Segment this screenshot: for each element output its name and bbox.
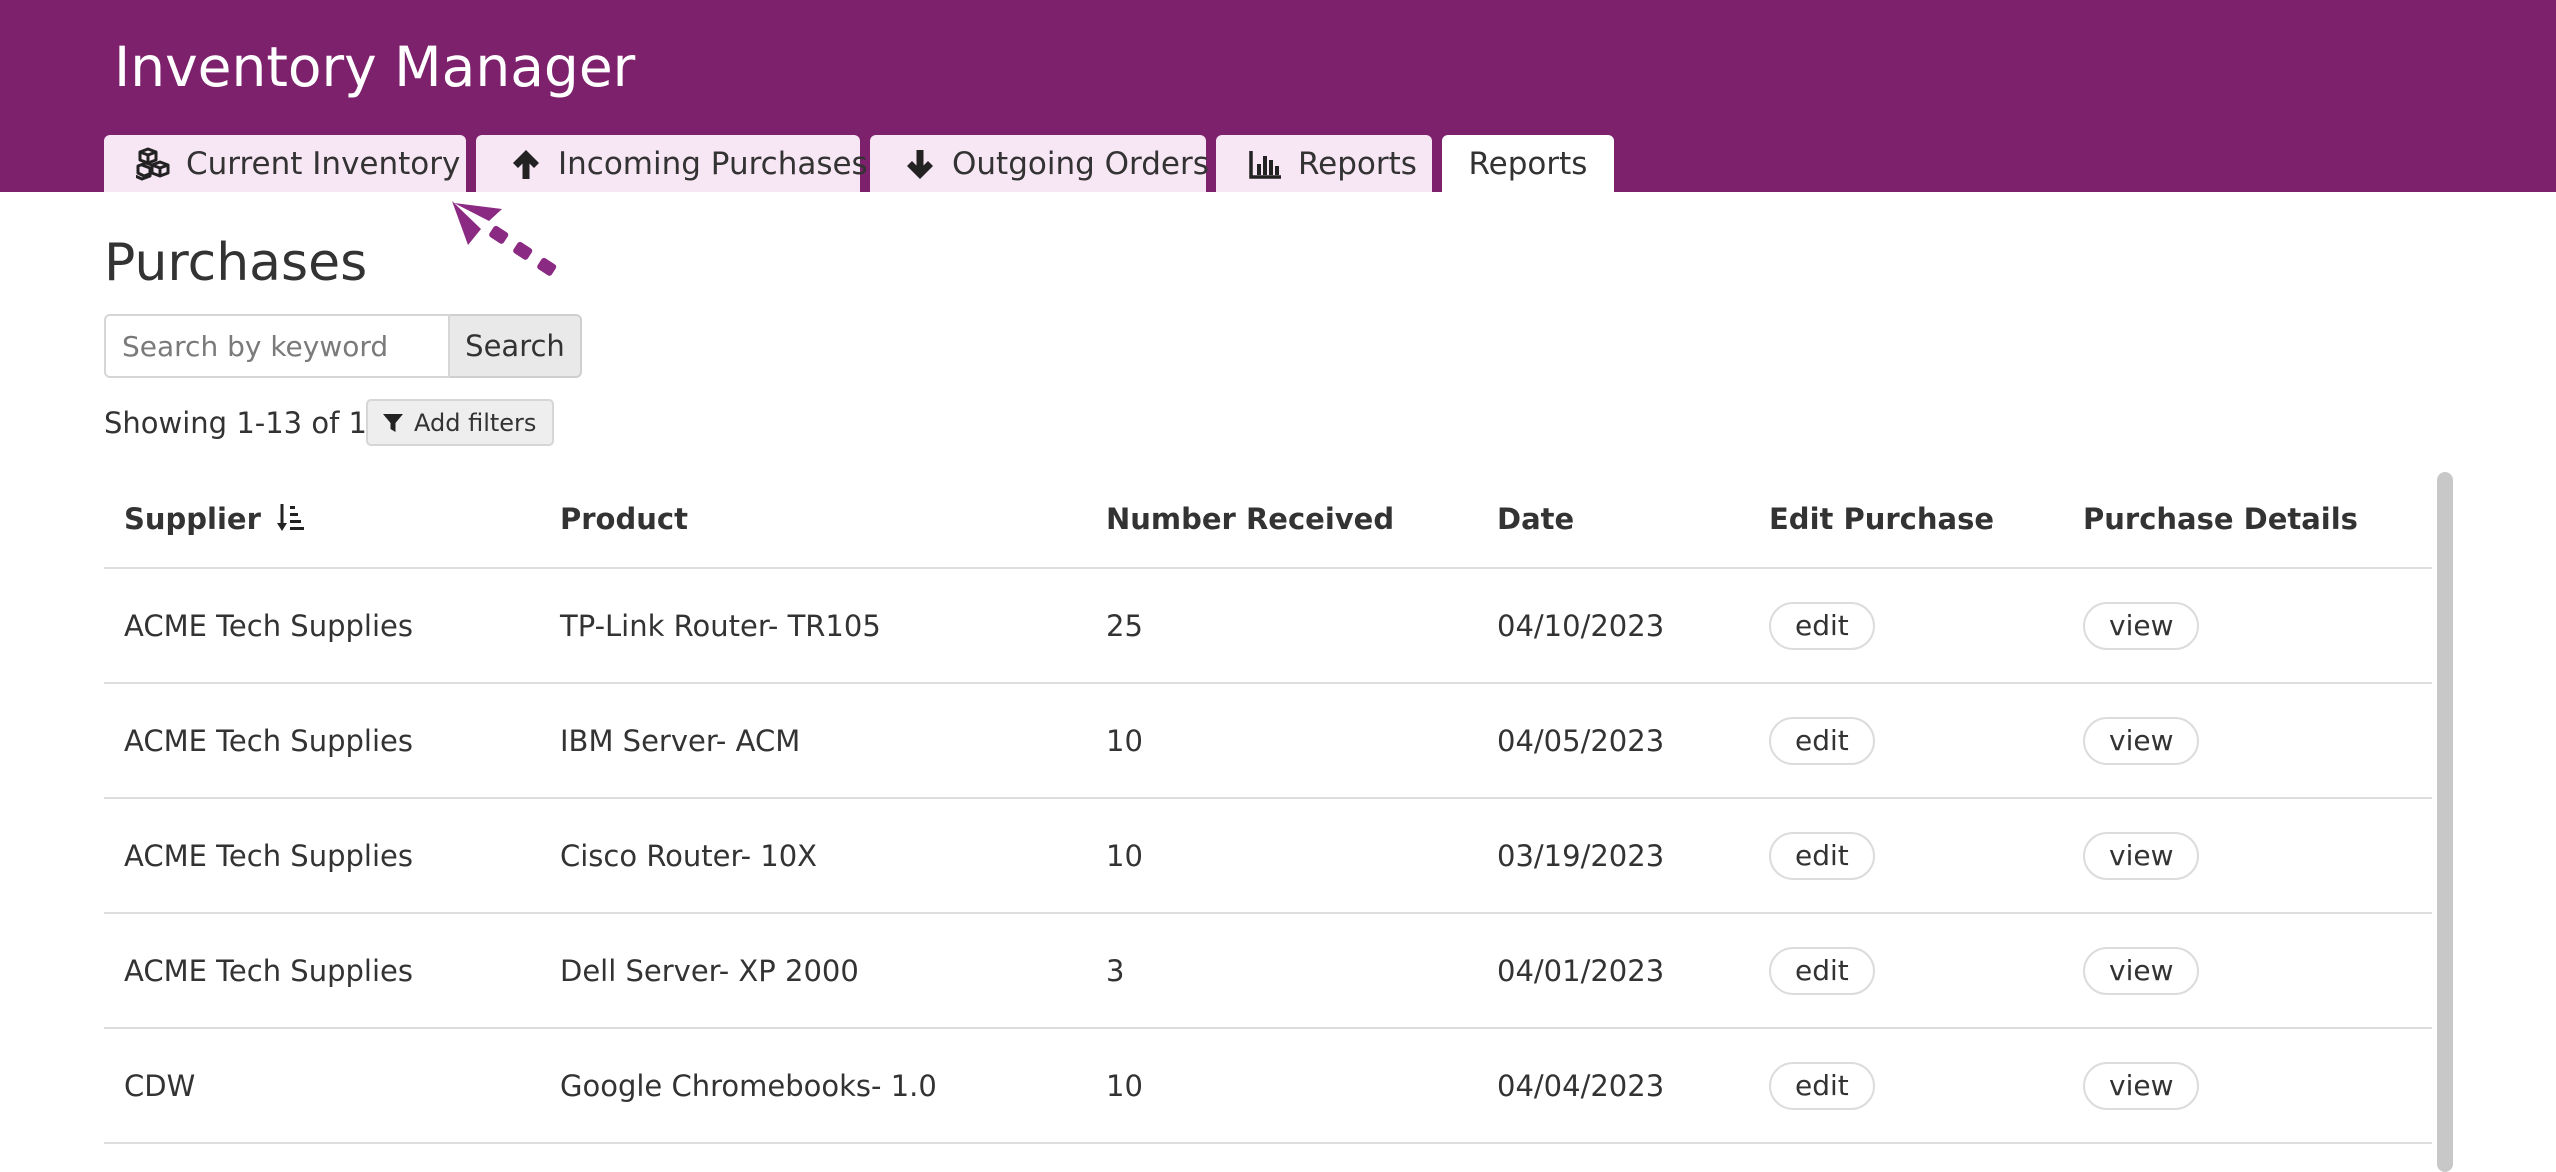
cell-edit: edit bbox=[1749, 568, 2063, 684]
cell-product: IBM Server- ACM bbox=[540, 683, 1086, 799]
cell-number-received: 10 bbox=[1086, 683, 1477, 799]
edit-button[interactable]: edit bbox=[1769, 831, 1875, 880]
cell-supplier: ACME Tech Supplies bbox=[104, 913, 540, 1029]
view-button[interactable]: view bbox=[2083, 831, 2200, 880]
cell-number-received: 3 bbox=[1086, 913, 1477, 1029]
add-filters-label: Add filters bbox=[414, 408, 537, 437]
column-header-purchase-details: Purchase Details bbox=[2063, 470, 2432, 569]
cell-supplier: CDW bbox=[104, 1028, 540, 1144]
table-scrollbar[interactable] bbox=[2437, 472, 2453, 1172]
search-bar: Search bbox=[104, 314, 582, 378]
edit-button[interactable]: edit bbox=[1769, 716, 1875, 765]
tab-label: Current Inventory bbox=[186, 145, 461, 182]
tab-label: Reports bbox=[1468, 145, 1588, 182]
view-button[interactable]: view bbox=[2083, 946, 2200, 995]
table-row: ACME Tech Supplies IBM Server- ACM 10 04… bbox=[104, 683, 2432, 799]
cell-details: view bbox=[2063, 683, 2432, 799]
purchases-table: Supplier Product Number Received Date Ed… bbox=[104, 470, 2432, 1144]
edit-button[interactable]: edit bbox=[1769, 1061, 1875, 1110]
table-row: ACME Tech Supplies Cisco Router- 10X 10 … bbox=[104, 798, 2432, 914]
cell-edit: edit bbox=[1749, 913, 2063, 1029]
cell-details: view bbox=[2063, 1028, 2432, 1144]
cell-number-received: 10 bbox=[1086, 798, 1477, 914]
cell-number-received: 25 bbox=[1086, 568, 1477, 684]
cell-edit: edit bbox=[1749, 1028, 2063, 1144]
column-header-label: Supplier bbox=[124, 501, 261, 536]
column-header-supplier[interactable]: Supplier bbox=[104, 470, 540, 569]
tab-label: Outgoing Orders bbox=[952, 145, 1209, 182]
cell-product: Google Chromebooks- 1.0 bbox=[540, 1028, 1086, 1144]
cell-date: 04/04/2023 bbox=[1477, 1028, 1749, 1144]
cell-number-received: 10 bbox=[1086, 1028, 1477, 1144]
tab-label: Reports bbox=[1298, 145, 1417, 182]
view-button[interactable]: view bbox=[2083, 601, 2200, 650]
tab-reports[interactable]: Reports bbox=[1216, 135, 1432, 192]
table-row: CDW Google Chromebooks- 1.0 10 04/04/202… bbox=[104, 1028, 2432, 1144]
cell-supplier: ACME Tech Supplies bbox=[104, 798, 540, 914]
cell-product: Cisco Router- 10X bbox=[540, 798, 1086, 914]
table-row: ACME Tech Supplies TP-Link Router- TR105… bbox=[104, 568, 2432, 684]
edit-button[interactable]: edit bbox=[1769, 601, 1875, 650]
cell-product: TP-Link Router- TR105 bbox=[540, 568, 1086, 684]
cell-supplier: ACME Tech Supplies bbox=[104, 568, 540, 684]
boxes-icon bbox=[136, 146, 172, 182]
cell-date: 04/05/2023 bbox=[1477, 683, 1749, 799]
arrow-down-icon bbox=[902, 146, 938, 182]
tab-outgoing-orders[interactable]: Outgoing Orders bbox=[870, 135, 1209, 192]
column-header-number-received[interactable]: Number Received bbox=[1086, 470, 1477, 569]
cell-details: view bbox=[2063, 913, 2432, 1029]
tab-incoming-purchases[interactable]: Incoming Purchases bbox=[476, 135, 868, 192]
cell-edit: edit bbox=[1749, 683, 2063, 799]
column-header-edit-purchase: Edit Purchase bbox=[1749, 470, 2063, 569]
tab-current-inventory[interactable]: Current Inventory bbox=[104, 135, 466, 192]
app-title: Inventory Manager bbox=[114, 35, 636, 99]
arrow-up-icon bbox=[508, 146, 544, 182]
column-header-product[interactable]: Product bbox=[540, 470, 1086, 569]
cell-date: 04/10/2023 bbox=[1477, 568, 1749, 684]
cell-date: 03/19/2023 bbox=[1477, 798, 1749, 914]
page-title: Purchases bbox=[104, 233, 368, 293]
view-button[interactable]: view bbox=[2083, 1061, 2200, 1110]
cell-supplier: ACME Tech Supplies bbox=[104, 683, 540, 799]
search-input[interactable] bbox=[104, 314, 450, 378]
sort-ascending-icon[interactable] bbox=[277, 503, 305, 533]
app-header: Inventory Manager Current Inventory Inco… bbox=[0, 0, 2556, 192]
tab-reports-active[interactable]: Reports bbox=[1442, 135, 1614, 192]
table-header-row: Supplier Product Number Received Date Ed… bbox=[104, 470, 2432, 569]
search-button[interactable]: Search bbox=[450, 314, 582, 378]
cell-date: 04/01/2023 bbox=[1477, 913, 1749, 1029]
column-header-date[interactable]: Date bbox=[1477, 470, 1749, 569]
edit-button[interactable]: edit bbox=[1769, 946, 1875, 995]
cell-product: Dell Server- XP 2000 bbox=[540, 913, 1086, 1029]
add-filters-button[interactable]: Add filters bbox=[366, 399, 555, 446]
table-row: ACME Tech Supplies Dell Server- XP 2000 … bbox=[104, 913, 2432, 1029]
cell-details: view bbox=[2063, 798, 2432, 914]
cell-edit: edit bbox=[1749, 798, 2063, 914]
dashed-arrow-annotation bbox=[452, 201, 557, 276]
bar-chart-icon bbox=[1248, 146, 1284, 182]
results-count: Showing 1-13 of 13 bbox=[104, 406, 386, 440]
main-tabs: Current Inventory Incoming Purchases Out… bbox=[104, 135, 1624, 192]
tab-label: Incoming Purchases bbox=[558, 145, 868, 182]
cell-details: view bbox=[2063, 568, 2432, 684]
view-button[interactable]: view bbox=[2083, 716, 2200, 765]
filter-icon bbox=[383, 413, 403, 432]
